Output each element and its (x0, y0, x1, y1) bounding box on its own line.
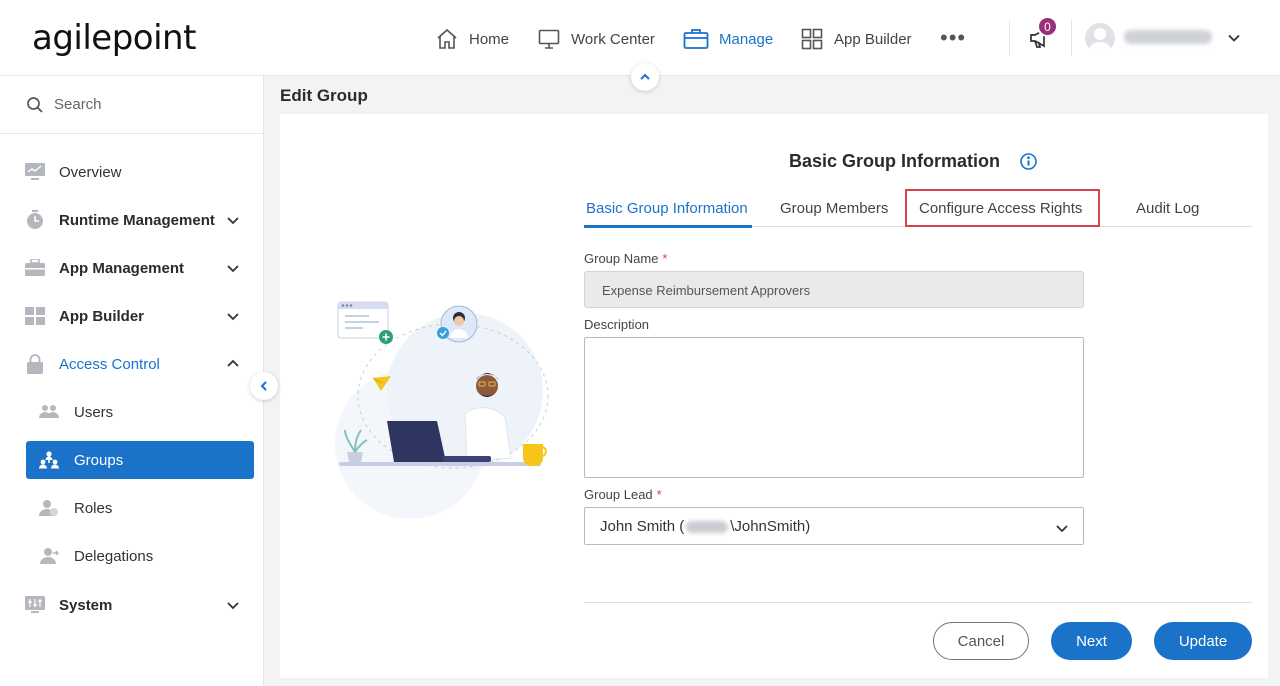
system-settings-icon (24, 596, 46, 614)
chevron-left-icon (260, 381, 267, 391)
sidebar-item-delegations[interactable]: Delegations (26, 537, 254, 575)
notification-badge: 0 (1037, 16, 1058, 37)
sidebar-item-label: Users (74, 403, 114, 421)
tab-basic-group-information[interactable]: Basic Group Information (586, 200, 748, 217)
search-icon (27, 96, 43, 113)
nav-work-center-label: Work Center (571, 30, 655, 48)
description-field[interactable] (584, 337, 1084, 478)
sidebar: Search Overview Runtime Management App M… (0, 76, 264, 686)
required-mark: * (662, 251, 668, 266)
chevron-down-icon (1055, 521, 1069, 539)
sidebar-item-label: Runtime Management (59, 211, 215, 229)
nav-manage[interactable]: Manage (683, 24, 773, 54)
header-divider (1009, 20, 1010, 56)
group-lead-suffix: \JohnSmith) (730, 518, 811, 535)
nav-manage-label: Manage (719, 30, 774, 48)
chevron-up-icon (226, 357, 240, 371)
nav-home[interactable]: Home (435, 24, 509, 54)
sidebar-item-label: Access Control (59, 355, 160, 373)
cancel-button[interactable]: Cancel (933, 622, 1029, 660)
avatar[interactable] (1085, 23, 1115, 53)
info-icon[interactable] (1019, 152, 1038, 176)
group-lead-label-text: Group Lead (584, 487, 653, 502)
form-title: Basic Group Information (789, 151, 1001, 171)
sidebar-item-users[interactable]: Users (26, 393, 254, 431)
home-icon (437, 28, 457, 49)
next-button[interactable]: Next (1051, 622, 1132, 660)
sidebar-item-runtime-management[interactable]: Runtime Management (24, 201, 254, 239)
chevron-down-icon[interactable] (1226, 30, 1242, 51)
chevron-down-icon (226, 261, 240, 275)
chart-monitor-icon (24, 163, 46, 181)
group-name-label: Group Name * (584, 251, 667, 266)
chevron-down-icon (226, 309, 240, 323)
search-placeholder: Search (54, 96, 102, 113)
group-name-field: Expense Reimbursement Approvers (584, 271, 1084, 308)
stopwatch-icon (24, 210, 46, 230)
group-lead-label: Group Lead * (584, 487, 662, 502)
description-label: Description (584, 317, 650, 332)
group-lead-select[interactable]: John Smith ( \JohnSmith) (584, 507, 1084, 545)
active-tab-indicator (584, 225, 752, 228)
grid-icon (801, 28, 823, 50)
chevron-down-icon (226, 213, 240, 227)
chevron-up-icon (640, 73, 650, 80)
groups-icon (38, 451, 60, 469)
toolbox-icon (24, 259, 46, 277)
chevron-down-icon (226, 598, 240, 612)
lock-icon (24, 354, 46, 374)
sidebar-item-system[interactable]: System (24, 586, 254, 624)
sidebar-item-app-management[interactable]: App Management (24, 249, 254, 287)
header-divider (1071, 20, 1072, 56)
nav-work-center[interactable]: Work Center (537, 24, 655, 54)
tab-group-members[interactable]: Group Members (780, 200, 888, 217)
nav-home-label: Home (469, 30, 510, 48)
tab-audit-log[interactable]: Audit Log (1136, 200, 1199, 217)
dashboard-icon (24, 307, 46, 325)
sidebar-search[interactable]: Search (0, 76, 263, 134)
sidebar-item-label: App Management (59, 259, 185, 277)
sidebar-item-label: Groups (74, 451, 124, 469)
collapse-header-button[interactable] (631, 63, 659, 91)
agilepoint-logo[interactable]: agilepoint (32, 18, 196, 58)
monitor-icon (538, 29, 560, 49)
user-name-blurred[interactable] (1124, 30, 1212, 44)
sidebar-item-label: Roles (74, 499, 113, 517)
sidebar-item-access-control[interactable]: Access Control (24, 345, 254, 383)
group-illustration (325, 296, 555, 523)
domain-blurred (686, 521, 729, 533)
sidebar-item-groups[interactable]: Groups (26, 441, 254, 479)
nav-app-builder[interactable]: App Builder (800, 24, 912, 54)
sidebar-item-label: Overview (59, 163, 122, 181)
page-title: Edit Group (280, 86, 368, 105)
more-menu-button[interactable]: ••• (940, 27, 966, 49)
sidebar-item-roles[interactable]: Roles (26, 489, 254, 527)
delegation-icon (38, 547, 60, 565)
sidebar-item-label: App Builder (59, 307, 144, 325)
sidebar-item-label: System (59, 596, 113, 614)
sidebar-item-app-builder[interactable]: App Builder (24, 297, 254, 335)
collapse-sidebar-button[interactable] (250, 372, 278, 400)
role-user-icon (38, 499, 60, 517)
tab-highlight-box (905, 189, 1100, 227)
required-mark: * (656, 487, 662, 502)
update-button[interactable]: Update (1154, 622, 1252, 660)
users-icon (38, 404, 60, 420)
nav-app-builder-label: App Builder (834, 30, 912, 48)
briefcase-icon (683, 29, 709, 49)
footer-divider (584, 602, 1252, 603)
sidebar-item-overview[interactable]: Overview (24, 153, 254, 191)
group-name-label-text: Group Name (584, 251, 659, 266)
sidebar-item-label: Delegations (74, 547, 154, 565)
group-lead-prefix: John Smith ( (600, 518, 685, 535)
